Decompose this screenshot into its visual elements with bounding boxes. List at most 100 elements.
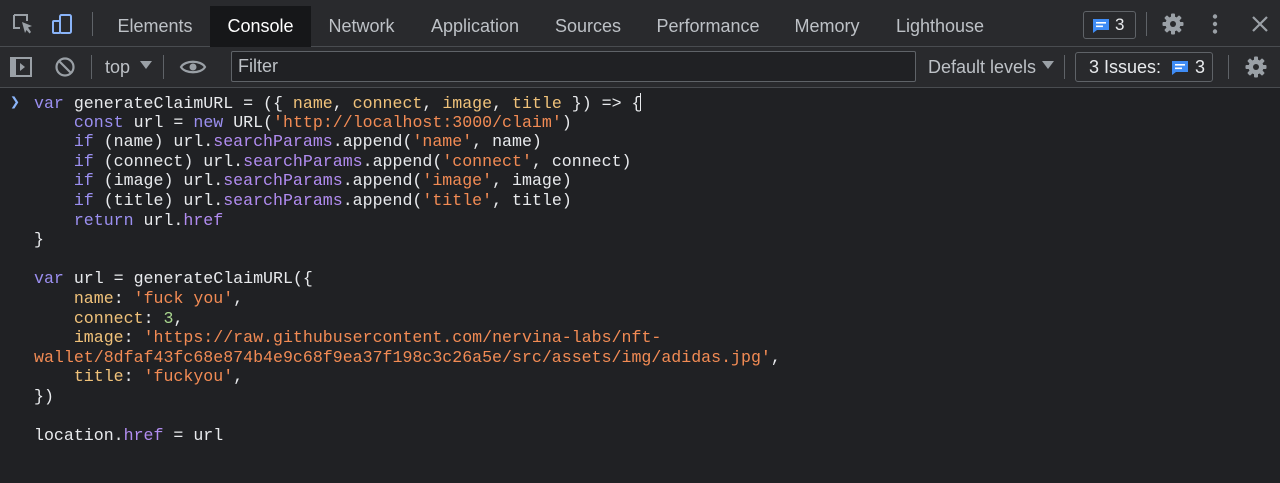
toolbar-divider [92,12,93,36]
code-token: (connect) url. [93,151,244,171]
code-line: if (name) url.searchParams.append('name'… [34,132,781,152]
tab-performance[interactable]: Performance [640,6,776,47]
code-line: } [34,230,781,250]
code-token: (title) url. [93,190,224,210]
toolbar-divider [163,55,164,79]
issues-button[interactable]: 3 Issues: 3 [1075,52,1213,82]
code-token: searchParams [223,171,343,191]
code-token: , [332,94,353,113]
toolbar-divider [1064,55,1065,79]
inspect-element-icon[interactable] [12,13,34,35]
code-token: url = generateClaimURL({ [63,269,313,289]
tab-elements[interactable]: Elements [101,6,209,47]
tab-sources[interactable]: Sources [541,6,635,47]
code-token: url = [123,112,194,132]
console-input-editor[interactable]: var generateClaimURL = ({ name, connect,… [34,93,781,446]
code-token: , [492,94,513,113]
code-token: .append( [342,171,423,191]
code-token: url. [133,210,184,230]
tab-application[interactable]: Application [414,6,536,47]
live-expression-eye-icon[interactable] [179,58,207,76]
code-token: if [73,190,94,210]
code-token: , connect) [531,151,632,171]
console-toolbar: top Default levels 3 Issues: 3 [0,47,1280,88]
close-icon[interactable] [1249,13,1271,35]
tab-memory[interactable]: Memory [780,6,874,47]
code-line: return url.href [34,211,781,231]
code-token: href [183,210,224,230]
context-dropdown-icon[interactable] [140,61,152,69]
code-token: name [292,94,333,113]
code-line: wallet/8dfaf43fc68e874b4e9c68f9ea37f198c… [34,348,781,368]
clear-console-icon[interactable] [54,56,76,78]
context-selector[interactable]: top [105,56,130,78]
tab-console[interactable]: Console [210,6,311,47]
code-token: title [73,367,124,387]
console-settings-gear-icon[interactable] [1244,55,1268,79]
code-token: .append( [342,190,423,210]
code-token: : [123,328,144,348]
levels-dropdown-icon[interactable] [1042,61,1054,69]
code-line: const url = new URL('http://localhost:30… [34,113,781,133]
code-line: if (connect) url.searchParams.append('co… [34,152,781,172]
sidebar-toggle-icon[interactable] [10,57,32,77]
code-line: connect: 3, [34,309,781,329]
code-token: }) => { [561,94,642,113]
code-line: if (image) url.searchParams.append('imag… [34,171,781,191]
code-line: var url = generateClaimURL({ [34,269,781,289]
code-token: return [73,210,134,230]
toolbar-divider [1228,55,1229,79]
code-token: , name) [472,132,542,152]
code-token: var [34,269,64,289]
device-toolbar-icon[interactable] [51,13,73,35]
code-token: , title) [492,190,572,210]
code-token: new [193,112,224,132]
messages-badge[interactable]: 3 [1083,11,1136,39]
text-cursor [639,93,641,111]
code-token: (name) url. [93,132,214,152]
code-token: image [73,328,124,348]
message-icon [1093,19,1109,33]
code-line: }) [34,387,781,407]
code-token: : [113,288,134,308]
code-token: href [123,426,164,446]
code-token: , image) [492,171,572,191]
code-token: var [34,94,64,113]
code-token: 'https://raw.githubusercontent.com/nervi… [143,328,662,348]
code-token: , [770,347,781,367]
code-token: : [123,367,144,387]
tab-lighthouse[interactable]: Lighthouse [881,6,999,47]
code-token: image [442,94,493,113]
issues-count: 3 [1195,57,1206,77]
code-token: , [422,94,443,113]
filter-input[interactable] [231,51,916,82]
code-line: location.href = url [34,426,781,446]
code-token: ) [561,112,572,132]
code-token: connect [73,308,144,328]
settings-gear-icon[interactable] [1161,12,1185,36]
code-token: 'name' [412,132,473,152]
code-token: location. [34,426,124,446]
code-token: title [512,94,562,113]
code-token: wallet/8dfaf43fc68e874b4e9c68f9ea37f198c… [34,347,771,367]
code-line: var generateClaimURL = ({ name, connect,… [34,93,781,113]
more-options-icon[interactable] [1204,13,1226,35]
code-token: , [233,367,244,387]
log-levels-dropdown[interactable]: Default levels [928,56,1036,78]
tab-network[interactable]: Network [312,6,411,47]
code-token: if [73,132,94,152]
console-panel[interactable]: ❯ var generateClaimURL = ({ name, connec… [0,88,1280,483]
code-token: const [73,112,124,132]
code-line: title: 'fuckyou', [34,367,781,387]
issues-message-icon [1172,61,1188,75]
toolbar-divider [91,55,92,79]
